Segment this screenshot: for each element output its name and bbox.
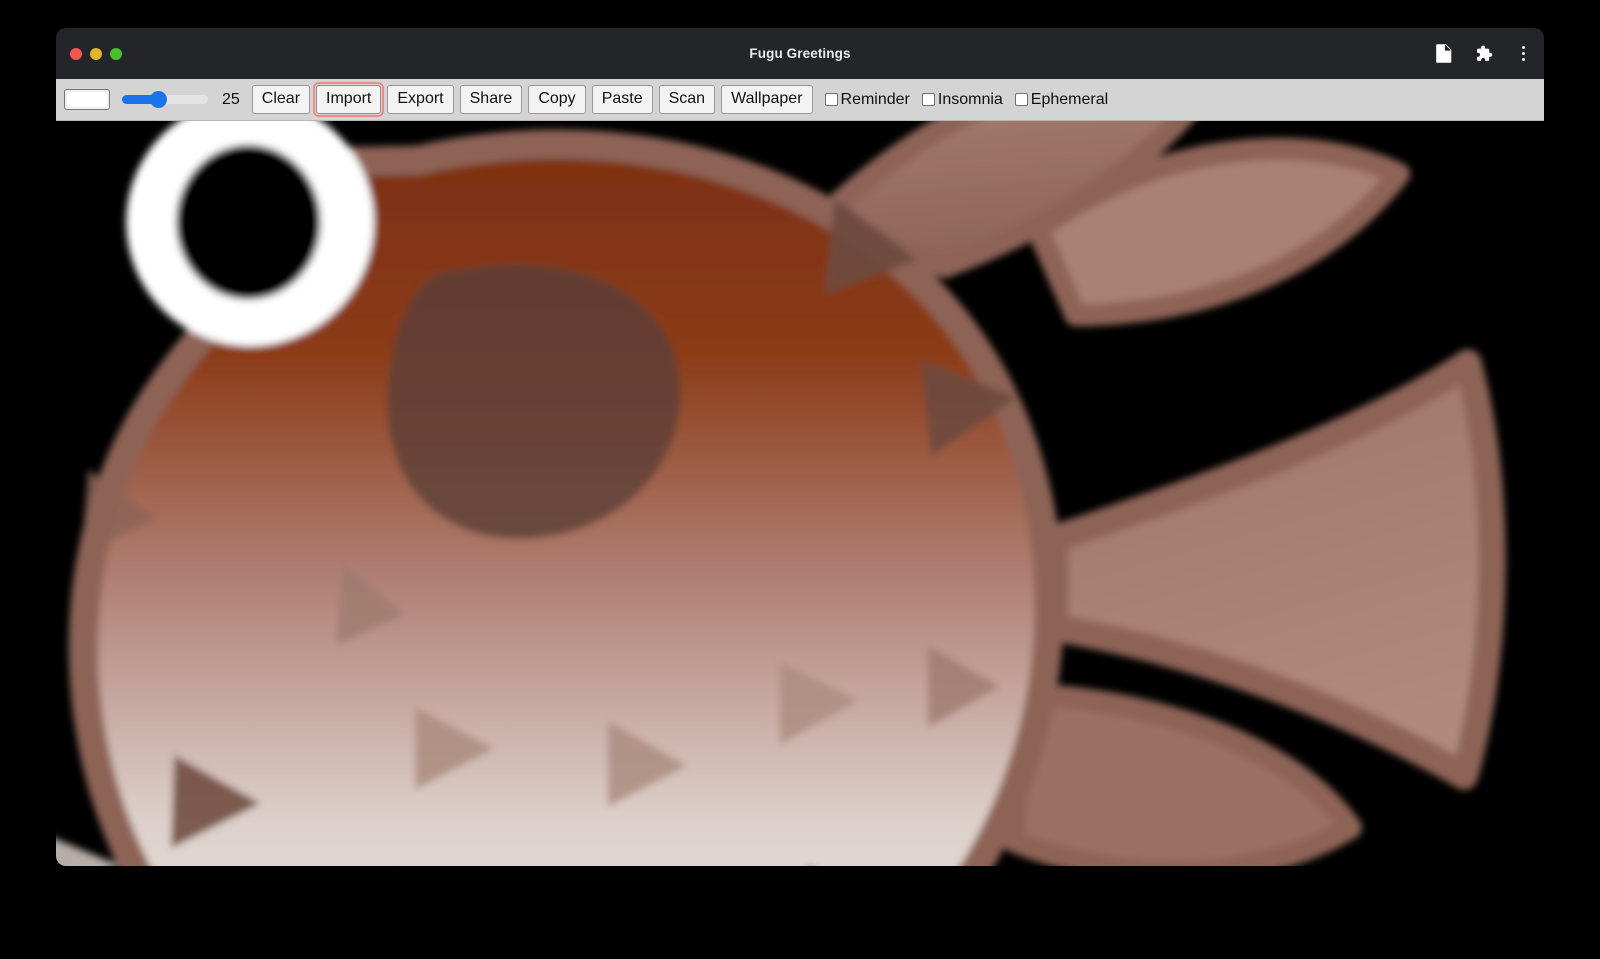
title-bar-actions xyxy=(1432,43,1534,65)
wallpaper-button[interactable]: Wallpaper xyxy=(721,85,812,114)
drawing-canvas[interactable] xyxy=(56,121,1544,866)
traffic-lights xyxy=(70,48,122,60)
clear-button[interactable]: Clear xyxy=(252,85,310,114)
copy-button[interactable]: Copy xyxy=(528,85,585,114)
slider-thumb[interactable] xyxy=(150,91,167,108)
blowfish-drawing xyxy=(56,121,1544,866)
app-window: Fugu Greetings 2 xyxy=(56,28,1544,866)
reminder-checkbox[interactable] xyxy=(825,93,838,106)
paste-button[interactable]: Paste xyxy=(592,85,653,114)
insomnia-label: Insomnia xyxy=(938,91,1003,109)
more-menu-icon[interactable] xyxy=(1512,43,1534,65)
close-button[interactable] xyxy=(70,48,82,60)
insomnia-checkbox[interactable] xyxy=(922,93,935,106)
slider-value-label: 25 xyxy=(222,91,240,109)
export-button[interactable]: Export xyxy=(387,85,453,114)
line-width-slider[interactable] xyxy=(122,90,208,110)
page-icon[interactable] xyxy=(1432,43,1454,65)
ephemeral-checkbox[interactable] xyxy=(1015,93,1028,106)
import-button[interactable]: Import xyxy=(316,85,381,114)
insomnia-checkbox-group[interactable]: Insomnia xyxy=(922,91,1003,109)
scan-button[interactable]: Scan xyxy=(659,85,715,114)
toolbar: 25 Clear Import Export Share Copy Paste … xyxy=(56,79,1544,121)
minimize-button[interactable] xyxy=(90,48,102,60)
ephemeral-checkbox-group[interactable]: Ephemeral xyxy=(1015,91,1108,109)
reminder-label: Reminder xyxy=(841,91,910,109)
ephemeral-label: Ephemeral xyxy=(1031,91,1108,109)
share-button[interactable]: Share xyxy=(460,85,523,114)
title-bar: Fugu Greetings xyxy=(56,28,1544,79)
color-picker-input[interactable] xyxy=(64,89,110,110)
extensions-icon[interactable] xyxy=(1472,43,1494,65)
reminder-checkbox-group[interactable]: Reminder xyxy=(825,91,910,109)
maximize-button[interactable] xyxy=(110,48,122,60)
window-title: Fugu Greetings xyxy=(56,46,1544,61)
